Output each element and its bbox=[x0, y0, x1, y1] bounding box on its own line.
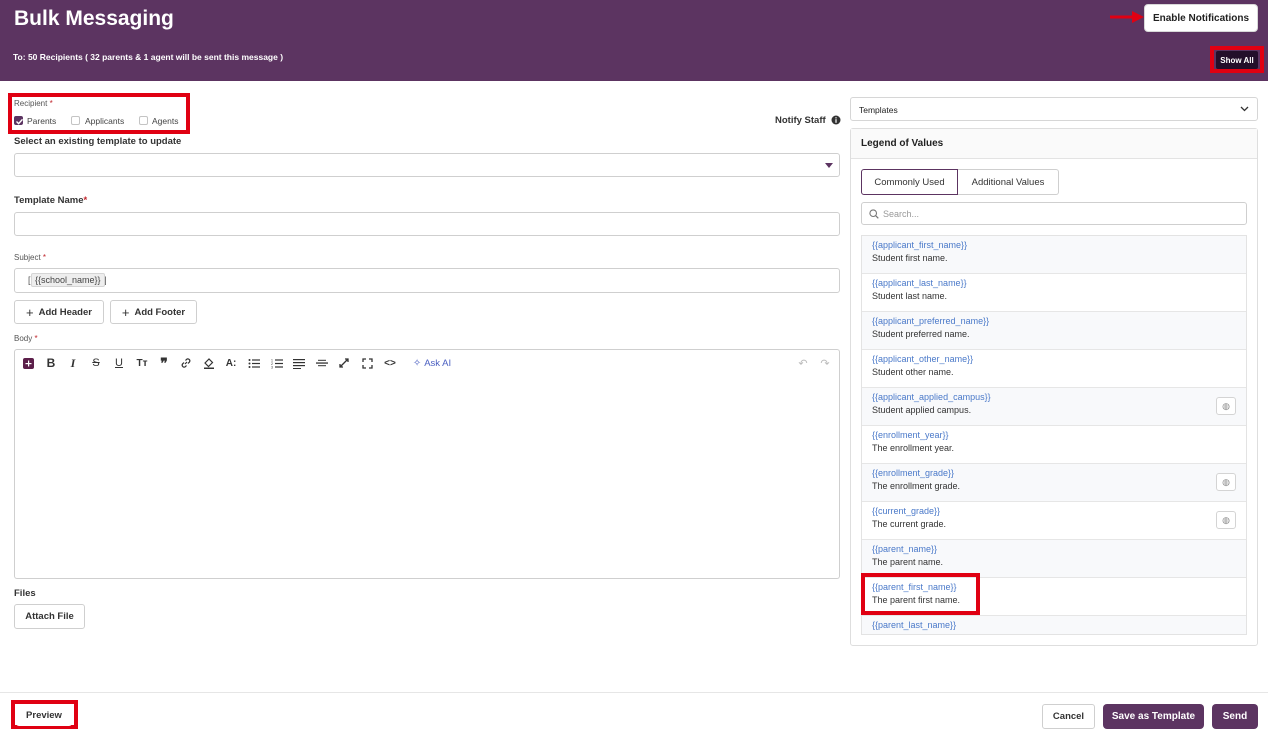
align-icon[interactable] bbox=[292, 356, 306, 370]
numbered-list-icon[interactable]: 123 bbox=[270, 356, 284, 370]
subject-input[interactable]: [ ] bbox=[14, 268, 840, 293]
list-item[interactable]: {{applicant_applied_campus}} Student appl… bbox=[862, 388, 1246, 426]
subject-label: Subject * bbox=[14, 253, 47, 262]
caret-down-icon bbox=[825, 163, 833, 168]
underline-icon[interactable]: U bbox=[113, 356, 125, 370]
highlight-box bbox=[861, 573, 980, 615]
bold-icon[interactable]: B bbox=[45, 356, 57, 370]
recipient-label: Recipient * bbox=[14, 99, 53, 108]
applicants-label: Applicants bbox=[85, 116, 125, 126]
page-header: Bulk Messaging To: 50 Recipients ( 32 pa… bbox=[0, 0, 1268, 81]
add-header-button[interactable]: + Add Header bbox=[14, 300, 104, 324]
agents-checkbox[interactable] bbox=[139, 116, 148, 125]
globe-icon[interactable]: ◍ bbox=[1216, 473, 1236, 491]
legend-search-input[interactable]: Search... bbox=[861, 202, 1247, 225]
plus-icon: + bbox=[26, 304, 34, 320]
legend-header: Legend of Values bbox=[851, 129, 1257, 159]
list-item[interactable]: {{enrollment_year}} The enrollment year. bbox=[862, 426, 1246, 464]
arrow-annotation-icon bbox=[1110, 11, 1144, 23]
clear-format-icon[interactable] bbox=[337, 356, 351, 370]
recipients-summary: To: 50 Recipients ( 32 parents & 1 agent… bbox=[13, 52, 284, 62]
legend-panel: Legend of Values Commonly Used Additiona… bbox=[850, 128, 1258, 646]
bullet-list-icon[interactable] bbox=[247, 356, 261, 370]
save-as-template-button[interactable]: Save as Template bbox=[1103, 704, 1204, 729]
existing-template-select[interactable] bbox=[14, 153, 840, 177]
files-label: Files bbox=[14, 588, 36, 599]
list-item[interactable]: {{parent_last_name}} bbox=[862, 616, 1246, 634]
svg-text:3: 3 bbox=[271, 365, 273, 369]
applicants-checkbox[interactable] bbox=[71, 116, 80, 125]
enable-notifications-button[interactable]: Enable Notifications bbox=[1144, 4, 1258, 32]
insert-plus-icon[interactable] bbox=[22, 356, 34, 370]
body-label: Body * bbox=[14, 334, 38, 343]
globe-icon[interactable]: ◍ bbox=[1216, 511, 1236, 529]
italic-icon[interactable]: I bbox=[67, 356, 79, 370]
cancel-button[interactable]: Cancel bbox=[1042, 704, 1095, 729]
body-editor[interactable] bbox=[14, 374, 840, 579]
attach-file-button[interactable]: Attach File bbox=[14, 604, 85, 629]
info-icon[interactable] bbox=[831, 115, 841, 125]
sparkle-icon: ✧ bbox=[412, 357, 422, 369]
list-item[interactable]: {{applicant_preferred_name}} Student pref… bbox=[862, 312, 1246, 350]
page-footer: Preview Cancel Save as Template Send bbox=[0, 692, 1268, 730]
quote-icon[interactable]: ❞ bbox=[158, 355, 170, 371]
legend-title: Legend of Values bbox=[861, 138, 944, 149]
search-icon bbox=[869, 209, 879, 219]
chevron-down-icon bbox=[1240, 106, 1249, 112]
agents-label: Agents bbox=[152, 116, 179, 126]
redo-icon[interactable]: ↷ bbox=[819, 356, 831, 370]
fill-color-icon[interactable] bbox=[202, 356, 216, 370]
check-icon bbox=[16, 118, 24, 125]
preview-button[interactable]: Preview bbox=[16, 704, 72, 726]
page-title: Bulk Messaging bbox=[14, 7, 174, 30]
code-icon[interactable]: <> bbox=[383, 356, 397, 370]
tab-commonly-used[interactable]: Commonly Used bbox=[861, 169, 958, 195]
fullscreen-icon[interactable] bbox=[360, 356, 374, 370]
search-placeholder: Search... bbox=[883, 209, 920, 219]
send-button[interactable]: Send bbox=[1212, 704, 1258, 729]
strikethrough-icon[interactable]: S bbox=[90, 356, 102, 370]
list-item[interactable]: {{applicant_first_name}} Student first na… bbox=[862, 236, 1246, 274]
list-item[interactable]: {{enrollment_grade}} The enrollment grade… bbox=[862, 464, 1246, 502]
notify-staff-label: Notify Staff bbox=[775, 115, 826, 126]
tab-additional-values[interactable]: Additional Values bbox=[958, 169, 1059, 195]
list-item[interactable]: {{applicant_other_name}} Student other na… bbox=[862, 350, 1246, 388]
undo-icon[interactable]: ↶ bbox=[797, 356, 809, 370]
subject-variable-tag[interactable]: {{school_name}} bbox=[31, 273, 105, 287]
plus-icon: + bbox=[121, 304, 130, 320]
parents-checkbox[interactable] bbox=[14, 116, 24, 125]
horizontal-rule-icon[interactable] bbox=[315, 356, 329, 370]
template-name-label: Template Name* bbox=[14, 195, 88, 206]
list-item[interactable]: {{applicant_last_name}} Student last name… bbox=[862, 274, 1246, 312]
globe-icon[interactable]: ◍ bbox=[1216, 397, 1236, 415]
template-name-input[interactable] bbox=[14, 212, 840, 236]
font-color-icon[interactable]: A: bbox=[224, 356, 238, 370]
editor-toolbar: B I S U Tт ❞ A: 123 <> ✧ Ask AI ↶ ↷ bbox=[14, 349, 840, 375]
show-all-button[interactable]: Show All bbox=[1216, 51, 1258, 69]
add-footer-button[interactable]: + Add Footer bbox=[110, 300, 197, 324]
list-item[interactable]: {{current_grade}} The current grade. ◍ bbox=[862, 502, 1246, 540]
text-size-icon[interactable]: Tт bbox=[135, 356, 149, 370]
parents-label: Parents bbox=[27, 116, 57, 126]
existing-template-label: Select an existing template to update bbox=[14, 136, 182, 147]
ask-ai-button[interactable]: ✧ Ask AI bbox=[407, 356, 457, 370]
templates-select[interactable]: Templates bbox=[850, 97, 1258, 121]
link-icon[interactable] bbox=[179, 356, 193, 370]
